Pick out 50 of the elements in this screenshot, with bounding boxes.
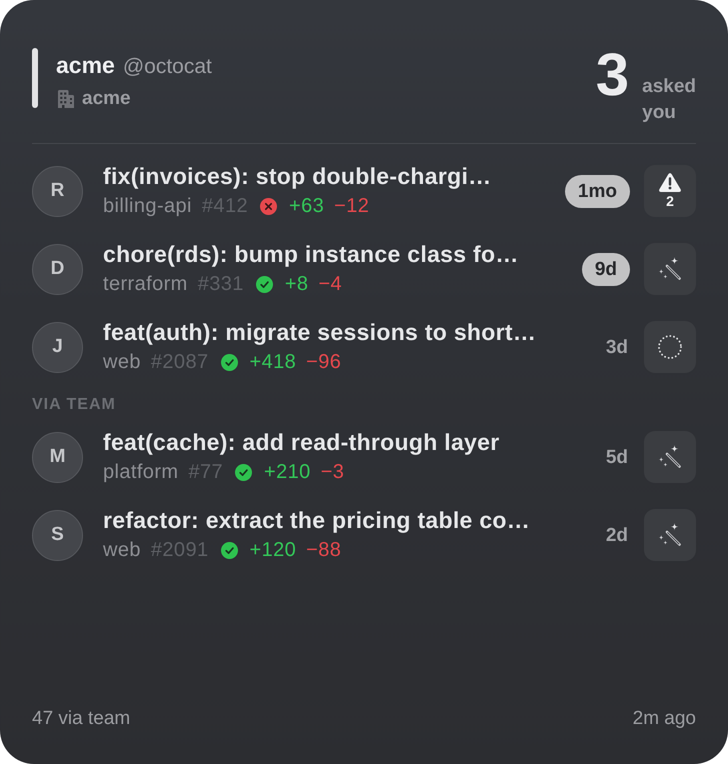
repo-name: terraform xyxy=(103,272,188,297)
org-name: acme xyxy=(82,87,131,111)
additions-count: +418 xyxy=(250,350,296,375)
avatar: R xyxy=(32,166,83,216)
account-name: acme xyxy=(56,51,115,80)
action-button[interactable] xyxy=(644,243,696,295)
deletions-count: −4 xyxy=(318,272,342,297)
additions-count: +120 xyxy=(250,538,296,563)
section-label: VIA TEAM xyxy=(32,396,116,413)
avatar: M xyxy=(32,432,83,482)
repo-name: web xyxy=(103,538,141,563)
age-label: 5d xyxy=(606,446,628,470)
magic-wand-icon xyxy=(658,523,682,547)
pr-title[interactable]: fix(invoices): stop double-chargi… xyxy=(103,162,565,190)
request-count: 3 xyxy=(596,45,630,105)
age-badge: 9d xyxy=(582,252,630,286)
building-icon xyxy=(58,90,74,108)
deletions-count: −12 xyxy=(334,194,370,219)
action-button[interactable]: 2 xyxy=(644,165,696,217)
magic-wand-icon xyxy=(658,257,682,281)
additions-count: +8 xyxy=(284,272,308,297)
pr-title[interactable]: refactor: extract the pricing table co… xyxy=(103,506,606,534)
accent-bar xyxy=(32,48,38,108)
deletions-count: −3 xyxy=(320,460,344,485)
updated-time: 2m ago xyxy=(632,707,696,731)
pr-title[interactable]: feat(auth): migrate sessions to short… xyxy=(103,318,606,346)
deletions-count: −96 xyxy=(306,350,342,375)
deletions-count: −88 xyxy=(306,538,342,563)
team-summary: 47 via team xyxy=(32,707,130,731)
warning-icon xyxy=(659,173,681,192)
repo-name: platform xyxy=(103,460,178,485)
additions-count: +63 xyxy=(289,194,324,219)
repo-name: billing-api xyxy=(103,194,192,219)
action-button[interactable] xyxy=(644,509,696,561)
magic-wand-icon xyxy=(658,445,682,469)
action-button[interactable] xyxy=(644,431,696,483)
account-handle: @octocat xyxy=(122,54,212,80)
age-label: 2d xyxy=(606,524,628,548)
dotted-circle-icon xyxy=(657,334,683,360)
age-badge: 1mo xyxy=(564,174,630,208)
avatar: D xyxy=(32,244,83,294)
avatar: J xyxy=(32,322,83,372)
pr-title[interactable]: feat(cache): add read-through layer xyxy=(103,428,606,456)
additions-count: +210 xyxy=(264,460,311,485)
avatar: S xyxy=(32,510,83,560)
age-label: 3d xyxy=(606,336,628,360)
request-count-label: asked you xyxy=(642,75,696,125)
action-button[interactable] xyxy=(644,321,696,373)
repo-name: web xyxy=(103,350,141,375)
pr-title[interactable]: chore(rds): bump instance class fo… xyxy=(103,240,582,268)
